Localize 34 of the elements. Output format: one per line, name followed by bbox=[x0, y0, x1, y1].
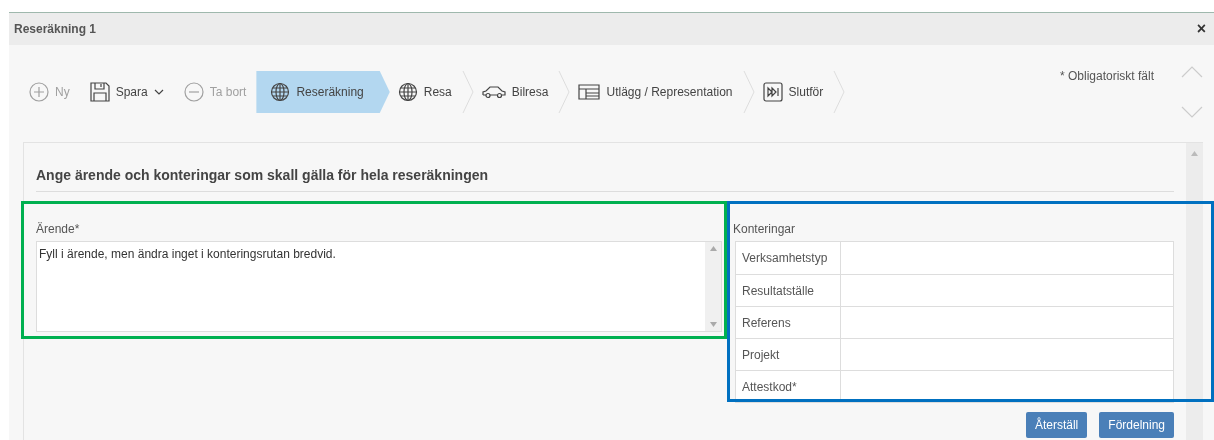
step-separator bbox=[558, 71, 571, 113]
minus-icon bbox=[183, 82, 204, 102]
globe-icon bbox=[397, 82, 418, 102]
receipt-icon bbox=[578, 84, 601, 100]
scroll-up-icon[interactable] bbox=[1181, 66, 1203, 78]
car-icon bbox=[481, 85, 506, 99]
scrollbar[interactable] bbox=[1186, 143, 1203, 440]
step-tab[interactable]: Bilresa bbox=[473, 71, 571, 113]
step-separator bbox=[742, 71, 755, 113]
step-tab[interactable]: Resa bbox=[389, 71, 474, 113]
fast-forward-icon bbox=[762, 82, 783, 102]
step-tab[interactable]: Reseräkning bbox=[256, 71, 390, 113]
scroll-down-icon[interactable] bbox=[709, 322, 717, 327]
step-separator bbox=[461, 71, 474, 113]
scroll-down-icon[interactable] bbox=[1181, 106, 1203, 118]
step-tab[interactable]: Utlägg / Representation bbox=[570, 71, 755, 113]
step-separator bbox=[833, 71, 846, 113]
save-icon bbox=[89, 82, 110, 102]
window-title: Reseräkning 1 bbox=[14, 21, 97, 38]
table-label: Konteringar bbox=[733, 221, 797, 238]
scroll-up-icon[interactable] bbox=[709, 246, 717, 251]
section-heading: Ange ärende och konteringar som skall gälla för hela reseräkningen bbox=[36, 165, 1174, 192]
field-label: Ärende* bbox=[36, 221, 81, 238]
scroll-up-icon[interactable] bbox=[1191, 151, 1198, 156]
text-area[interactable]: Fyll i ärende, men ändra inget i konteringsrutan bredvid. bbox=[36, 241, 722, 332]
globe-icon bbox=[270, 82, 291, 102]
plus-icon bbox=[29, 82, 49, 102]
action-button[interactable]: Fördelning bbox=[1099, 412, 1174, 438]
scrollbar[interactable] bbox=[705, 242, 721, 331]
required-note: * Obligatoriskt fält bbox=[1060, 68, 1155, 85]
action-button[interactable]: Återställ bbox=[1025, 412, 1088, 438]
toolbar-button[interactable]: Spara bbox=[79, 71, 174, 113]
step-tab[interactable]: Slutför bbox=[754, 71, 846, 113]
close-button[interactable]: × bbox=[1196, 21, 1206, 37]
